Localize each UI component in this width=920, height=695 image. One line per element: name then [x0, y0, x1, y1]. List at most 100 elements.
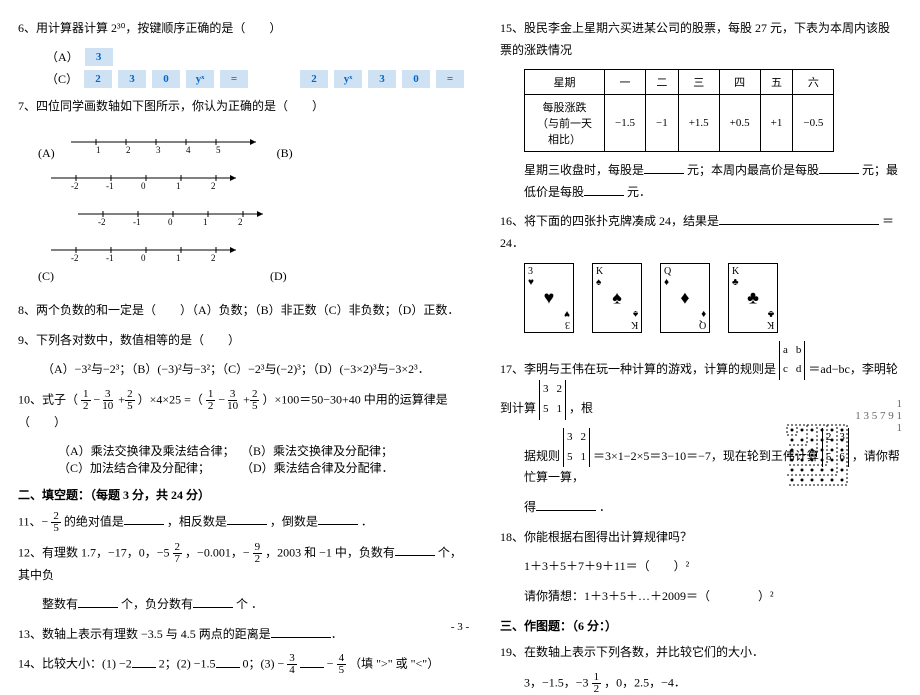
- calc-key: 3: [368, 70, 396, 88]
- text: 的绝对值是: [64, 514, 124, 528]
- fraction: 92: [253, 542, 263, 565]
- number-line-icon: -2-1012: [46, 235, 246, 265]
- text: ，2003 和 −1 中，负数有: [265, 545, 395, 559]
- q11: 11、− 25 的绝对值是 ，相反数是 ，倒数是 ．: [18, 511, 464, 534]
- cell: 三: [678, 70, 719, 95]
- label-C: (C): [38, 269, 54, 283]
- blank: [719, 211, 879, 225]
- text: （填 ">" 或 "<"）: [349, 657, 439, 671]
- text: 得: [524, 500, 536, 514]
- svg-text:4: 4: [186, 145, 191, 155]
- cell: 星期: [525, 70, 605, 95]
- number-line-icon: -2-1012: [73, 199, 273, 229]
- q12: 12、有理数 1.7，−17，0，−5 27 ，−0.001，− 92 ，200…: [18, 542, 464, 587]
- text: ，−0.001，−: [185, 545, 250, 559]
- svg-text:3: 3: [156, 145, 161, 155]
- text: ．: [599, 500, 611, 514]
- text: ，相反数是: [167, 514, 227, 528]
- cell: 六: [793, 70, 834, 95]
- opt: （C）加法结合律及分配律；: [58, 459, 238, 476]
- text: ，根: [569, 401, 593, 415]
- q15-blanks: 星期三收盘时，每股是 元；本周内最高价是每股 元；最低价是每股 元．: [524, 160, 902, 203]
- q19: 19、在数轴上表示下列各数，并比较它们的大小．: [500, 642, 902, 664]
- text: ．: [361, 514, 373, 528]
- fraction: 27: [173, 542, 183, 565]
- card-icon: K♠♠K♠: [592, 263, 642, 333]
- q18b: 请你猜想：1＋3＋5＋…＋2009＝（ ）²: [524, 586, 902, 608]
- label-D: (D): [270, 269, 287, 283]
- section-3-title: 三、作图题：（6 分：）: [500, 617, 902, 634]
- text: 1: [855, 398, 902, 410]
- blank: [78, 594, 118, 608]
- label-B: (B): [277, 146, 293, 160]
- text: 17、李明与王伟在玩一种计算的游戏，计算的规则是: [500, 361, 776, 375]
- svg-text:-2: -2: [71, 181, 79, 191]
- q18a: 1＋3＋5＋7＋9＋11＝（ ）²: [524, 556, 902, 578]
- svg-text:1: 1: [176, 253, 181, 263]
- blank: [819, 160, 859, 174]
- blank: [584, 182, 624, 196]
- table-row: 每股涨跌（与前一天相比） −1.5 −1 +1.5 +0.5 +1 −0.5: [525, 95, 834, 152]
- dot-pattern-icon: [782, 420, 902, 504]
- text: 12、有理数 1.7，−17，0，−5: [18, 545, 170, 559]
- svg-text:5: 5: [216, 145, 221, 155]
- text: 14、比较大小：(1) −2: [18, 657, 132, 671]
- text: 个 ．: [236, 597, 263, 611]
- cell: 五: [760, 70, 793, 95]
- q18: 18、你能根据右图得出计算规律吗？: [500, 527, 902, 549]
- svg-text:0: 0: [168, 217, 173, 227]
- svg-text:-1: -1: [133, 217, 141, 227]
- svg-text:2: 2: [211, 181, 216, 191]
- svg-text:-2: -2: [71, 253, 79, 263]
- text: 16、将下面的四张扑克牌凑成 24，结果是: [500, 214, 719, 228]
- q19-numbers: 3，−1.5，−3 12 ，0，2.5，−4．: [524, 672, 902, 695]
- text: 整数有: [42, 597, 78, 611]
- cell: 二: [645, 70, 678, 95]
- text: 星期三收盘时，每股是: [524, 163, 644, 177]
- playing-cards: 3♥♥3♥ K♠♠K♠ Q♦♦Q♦ K♣♣K♣: [524, 263, 902, 333]
- label-C: （C）: [46, 70, 78, 87]
- blank: [644, 160, 684, 174]
- q14: 14、比较大小：(1) −2 2；(2) −1.5 0；(3) − 34 − 4…: [18, 653, 464, 676]
- fraction: 310: [225, 389, 240, 412]
- label-A: （A）: [46, 48, 79, 65]
- text: 13、数轴上表示有理数 −3.5 与 4.5 两点的距离是: [18, 627, 271, 641]
- calc-key: 3: [118, 70, 146, 88]
- svg-text:-1: -1: [106, 253, 114, 263]
- blank: [300, 654, 324, 668]
- q16: 16、将下面的四张扑克牌凑成 24，结果是 ＝24．: [500, 211, 902, 254]
- text: 2；(2) −1.5: [159, 657, 216, 671]
- cell: −1: [645, 95, 678, 152]
- cell: +1: [760, 95, 793, 152]
- cell: 一: [605, 70, 646, 95]
- cell: 四: [719, 70, 760, 95]
- calc-key: yˣ: [334, 70, 362, 88]
- fraction: 310: [100, 389, 115, 412]
- text: ）×4×25 =（: [138, 392, 203, 406]
- svg-text:1: 1: [176, 181, 181, 191]
- fraction: 12: [592, 672, 602, 695]
- svg-text:2: 2: [238, 217, 243, 227]
- cell: 每股涨跌（与前一天相比）: [525, 95, 605, 152]
- blank: [271, 624, 331, 638]
- fraction: 12: [206, 389, 216, 412]
- left-column: 6、用计算器计算 2³⁰，按键顺序正确的是（ ） （A） 3 （C） 2 3 0…: [0, 0, 482, 637]
- blank: [318, 511, 358, 525]
- determinant-icon: abcd: [779, 341, 805, 381]
- card-icon: 3♥♥3♥: [524, 263, 574, 333]
- card-icon: Q♦♦Q♦: [660, 263, 710, 333]
- calc-key: 3: [85, 48, 113, 66]
- svg-text:-1: -1: [106, 181, 114, 191]
- q12-line2: 整数有 个，负分数有 个 ．: [42, 594, 464, 616]
- text: 元；本周内最高价是每股: [687, 163, 819, 177]
- blank: [193, 594, 233, 608]
- text: 元．: [627, 185, 651, 199]
- text: 11、−: [18, 514, 48, 528]
- calc-key: =: [220, 70, 248, 88]
- svg-text:1: 1: [203, 217, 208, 227]
- fraction: 45: [337, 653, 347, 676]
- cell: +0.5: [719, 95, 760, 152]
- q15: 15、股民李金上星期六买进某公司的股票，每股 27 元，下表为本周内该股票的涨跌…: [500, 18, 902, 61]
- label-A: (A): [38, 146, 55, 160]
- text: −: [327, 657, 334, 671]
